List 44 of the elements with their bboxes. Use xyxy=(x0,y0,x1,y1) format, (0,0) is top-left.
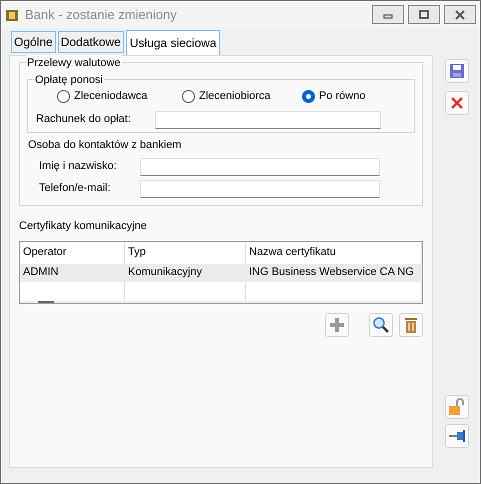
group-title: Opłatę ponosi xyxy=(34,72,104,88)
close-icon xyxy=(454,10,466,20)
table-cell-text: Komunikacyjny xyxy=(127,265,203,280)
search-icon xyxy=(372,316,390,334)
section-label: Osoba do kontaktów z bankiem xyxy=(28,138,182,153)
add-button[interactable] xyxy=(325,312,349,336)
table-cell-text: ADMIN xyxy=(22,265,60,280)
window-title: Bank - zostanie zmieniony xyxy=(25,6,177,24)
group-title: Przelewy walutowe xyxy=(26,55,122,72)
field-label: Rachunek do opłat: xyxy=(36,112,132,128)
section-label: Certyfikaty komunikacyjne xyxy=(19,219,148,234)
plus-icon xyxy=(329,316,345,332)
radio-button[interactable] xyxy=(302,90,315,103)
trash-icon xyxy=(404,316,418,334)
input-field[interactable] xyxy=(140,158,380,176)
save-button[interactable] xyxy=(445,59,469,83)
restore-icon xyxy=(418,10,430,20)
delete-button[interactable] xyxy=(399,312,423,336)
tab[interactable]: Ogólne xyxy=(11,31,56,53)
radio-option[interactable]: Zleceniodawca xyxy=(57,88,182,104)
cancel-button[interactable] xyxy=(445,91,469,115)
radio-button[interactable] xyxy=(182,90,195,103)
dash-icon xyxy=(38,300,54,302)
radio-option[interactable]: Po równo xyxy=(302,88,366,104)
padlock-icon xyxy=(448,398,466,416)
minimize-button[interactable] xyxy=(372,5,404,24)
tab[interactable]: Usługa sieciowa xyxy=(126,30,220,55)
radio-option[interactable]: Zleceniobiorca xyxy=(182,88,302,104)
close-icon xyxy=(450,96,464,110)
input-field[interactable] xyxy=(140,180,380,198)
field-label: Imię i nazwisko: xyxy=(39,159,118,174)
field-label: Telefon/e-mail: xyxy=(39,181,112,196)
account-field[interactable] xyxy=(155,110,381,128)
radio-button[interactable] xyxy=(57,90,70,103)
table-cell-text: ING Business Webservice CA NG xyxy=(248,265,415,280)
lock-button[interactable] xyxy=(445,395,469,419)
pin-button[interactable] xyxy=(445,424,469,448)
close-button[interactable] xyxy=(444,5,476,24)
bank-icon xyxy=(5,8,19,22)
pin-icon xyxy=(448,429,466,443)
search-button[interactable] xyxy=(369,312,393,336)
save-icon xyxy=(449,63,465,79)
restore-button[interactable] xyxy=(408,5,440,24)
tab[interactable]: Dodatkowe xyxy=(58,31,124,53)
